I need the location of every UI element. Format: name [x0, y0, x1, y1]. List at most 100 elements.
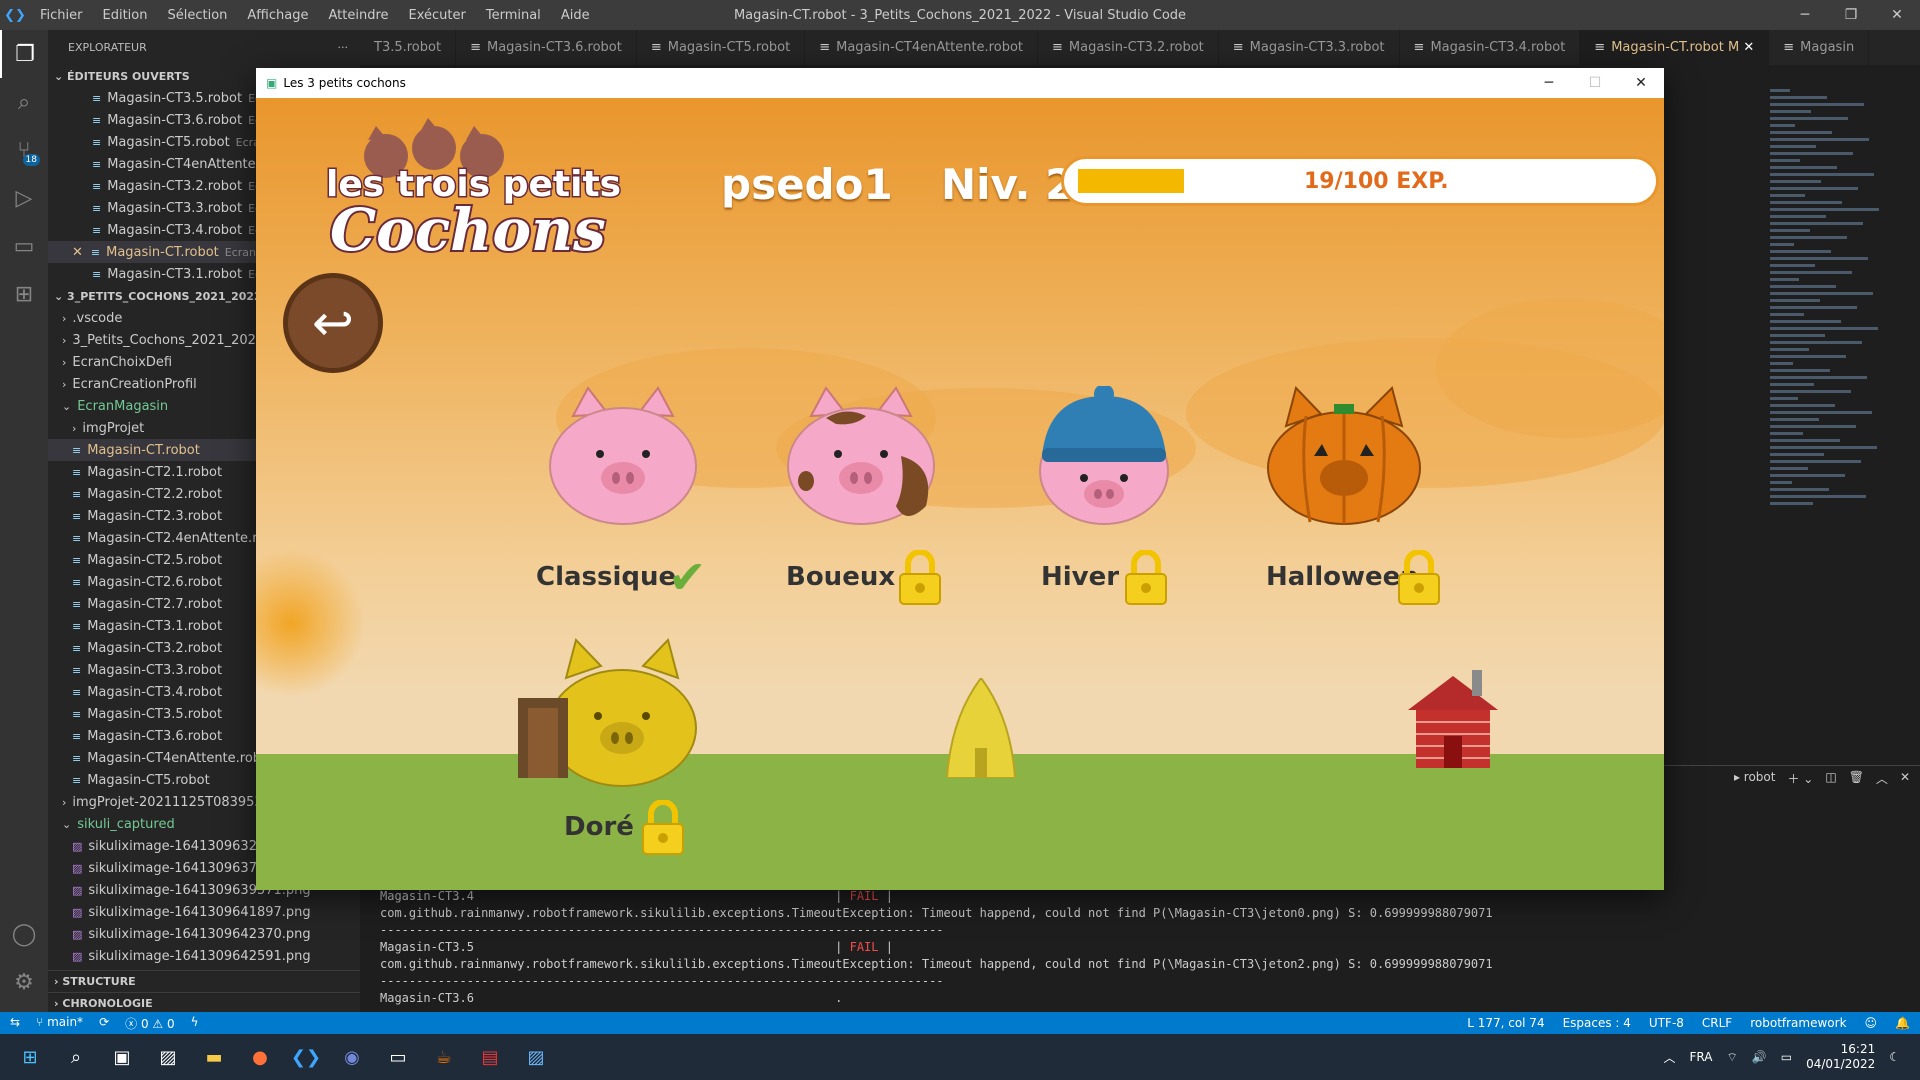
remote-explorer-icon[interactable]: ▭: [0, 222, 48, 270]
menu-item[interactable]: Affichage: [247, 8, 308, 23]
back-button[interactable]: ↩: [283, 273, 383, 373]
menu-item[interactable]: Atteindre: [328, 8, 388, 23]
pig-hiver[interactable]: [1038, 386, 1170, 526]
minimap-line: [1770, 180, 1821, 183]
lightning-icon[interactable]: ϟ: [191, 1015, 199, 1032]
minimize-icon[interactable]: ─: [1782, 0, 1828, 30]
split-terminal-icon[interactable]: ◫: [1825, 770, 1836, 787]
editor-tab[interactable]: ≡ Magasin-CT5.robot: [637, 30, 806, 65]
pig-halloween[interactable]: [1266, 386, 1422, 526]
editor-tab[interactable]: ≡ Magasin-CT3.2.robot: [1038, 30, 1219, 65]
sikuli-icon[interactable]: ▤: [468, 1037, 512, 1077]
line-endings[interactable]: CRLF: [1702, 1016, 1732, 1030]
kill-terminal-icon[interactable]: 🗑: [1849, 770, 1864, 787]
volume-icon[interactable]: 🔊: [1752, 1050, 1767, 1064]
file-icon: ≡: [72, 465, 82, 479]
firefox-icon[interactable]: ●: [238, 1037, 282, 1077]
game-close-icon[interactable]: ✕: [1618, 68, 1664, 98]
extensions-icon[interactable]: ⊞: [0, 270, 48, 318]
close-icon[interactable]: ✕: [1874, 0, 1920, 30]
terminal-line: com.github.rainmanwy.robotframework.siku…: [380, 906, 1493, 920]
timeline-section[interactable]: › CHRONOLOGIE: [48, 992, 360, 1012]
editor-tab[interactable]: ≡ Magasin-CT4enAttente.robot: [805, 30, 1038, 65]
tree-file[interactable]: ▨ sikuliximage-1641309641897.png: [48, 901, 360, 923]
java-app-icon[interactable]: ☕: [422, 1037, 466, 1077]
game-minimize-icon[interactable]: ─: [1526, 68, 1572, 98]
editor-tab[interactable]: ≡ Magasin-CT.robot M ✕: [1580, 30, 1770, 65]
search-icon[interactable]: ⌕: [0, 78, 48, 126]
input-language[interactable]: FRA: [1690, 1050, 1713, 1064]
vscode-taskbar-icon[interactable]: ❮❯: [284, 1037, 328, 1077]
editor-tab[interactable]: ≡ Magasin: [1769, 30, 1870, 65]
settings-gear-icon[interactable]: ⚙: [0, 958, 48, 1006]
battery-icon[interactable]: ▭: [1781, 1050, 1792, 1064]
new-terminal-icon[interactable]: ＋ ⌄: [1787, 770, 1813, 787]
close-editor-icon[interactable]: ✕: [72, 245, 83, 260]
menu-item[interactable]: Exécuter: [409, 8, 466, 23]
feedback-icon[interactable]: ☺: [1865, 1016, 1878, 1030]
pig-classique[interactable]: [548, 386, 698, 526]
open-editor-name: Magasin-CT3.1.robot: [107, 266, 243, 282]
minimap-line: [1770, 145, 1816, 148]
account-icon[interactable]: ◯: [0, 910, 48, 958]
minimap[interactable]: [1770, 85, 1890, 505]
run-debug-icon[interactable]: ▷: [0, 174, 48, 222]
clock[interactable]: 16:21 04/01/2022: [1806, 1042, 1875, 1072]
terminal-taskbar-icon[interactable]: ▭: [376, 1037, 420, 1077]
editor-tabs: T3.5.robot ≡ Magasin-CT3.6.robot ≡ Magasin-C…: [360, 30, 1920, 65]
tree-file[interactable]: ▨ sikuliximage-1641309642591.png: [48, 945, 360, 967]
problems-indicator[interactable]: ⓧ 0 ⚠ 0: [125, 1015, 175, 1032]
editor-tab[interactable]: ≡ Magasin-CT3.4.robot: [1400, 30, 1581, 65]
cursor-position[interactable]: L 177, col 74: [1467, 1016, 1544, 1030]
minimap-line: [1770, 89, 1790, 92]
file-explorer-icon[interactable]: ▬: [192, 1037, 236, 1077]
menu-item[interactable]: Sélection: [167, 8, 227, 23]
search-taskbar-icon[interactable]: ⌕: [54, 1037, 98, 1077]
chevron-icon: ›: [62, 333, 67, 347]
open-editor-name: Magasin-CT4enAttente.ro: [107, 156, 273, 172]
pig-boueux[interactable]: [786, 386, 936, 526]
task-view-icon[interactable]: ▣: [100, 1037, 144, 1077]
close-panel-icon[interactable]: ✕: [1900, 770, 1910, 787]
remote-icon[interactable]: ⇆: [10, 1015, 20, 1032]
structure-section[interactable]: › STRUCTURE: [48, 970, 360, 992]
notification-center-icon[interactable]: ☾: [1889, 1050, 1900, 1064]
image-viewer-icon[interactable]: ▨: [514, 1037, 558, 1077]
more-actions-icon[interactable]: ···: [338, 41, 349, 54]
xp-bar: 19/100 EXP.: [1061, 156, 1659, 206]
terminal-output[interactable]: Magasin-CT3.4 | FAIL | com.github.rainman…: [380, 888, 1493, 1007]
editor-tab[interactable]: ≡ Magasin-CT3.6.robot: [456, 30, 637, 65]
tree-item-name: Magasin-CT4enAttente.robot: [87, 750, 275, 766]
menu-item[interactable]: Fichier: [40, 8, 83, 23]
tree-file[interactable]: ▨ sikuliximage-1641309642370.png: [48, 923, 360, 945]
source-control-icon[interactable]: ⑂ 18: [0, 126, 48, 174]
game-window-controls: ─ ☐ ✕: [1526, 68, 1664, 98]
discord-icon[interactable]: ◉: [330, 1037, 374, 1077]
tray-overflow-icon[interactable]: ︿: [1664, 1049, 1676, 1066]
notifications-icon[interactable]: 🔔: [1895, 1016, 1910, 1030]
wifi-icon[interactable]: ⌔: [1726, 1050, 1737, 1065]
terminal-name: robot: [1743, 770, 1776, 784]
explorer-icon[interactable]: ❐: [0, 30, 48, 78]
file-icon: ≡: [819, 40, 831, 55]
restore-icon[interactable]: ❐: [1828, 0, 1874, 30]
menu-item[interactable]: Terminal: [486, 8, 541, 23]
menu-item[interactable]: Edition: [103, 8, 148, 23]
start-icon[interactable]: ⊞: [8, 1037, 52, 1077]
editor-tab[interactable]: ≡ Magasin-CT3.3.robot: [1219, 30, 1400, 65]
close-tab-icon[interactable]: ✕: [1743, 40, 1754, 55]
encoding[interactable]: UTF-8: [1649, 1016, 1684, 1030]
terminal-selector[interactable]: ▸ robot: [1734, 770, 1776, 787]
maximize-panel-icon[interactable]: ︿: [1876, 770, 1888, 787]
pig-dore[interactable]: [546, 638, 698, 788]
player-name: psedo1: [721, 160, 893, 209]
window-controls: ─ ❐ ✕: [1782, 0, 1920, 30]
indentation[interactable]: Espaces : 4: [1563, 1016, 1631, 1030]
language-mode[interactable]: robotframework: [1750, 1016, 1846, 1030]
menu-item[interactable]: Aide: [561, 8, 590, 23]
photos-icon[interactable]: ▨: [146, 1037, 190, 1077]
editor-tab[interactable]: T3.5.robot: [360, 30, 457, 65]
branch-indicator[interactable]: ⑂ main*: [36, 1015, 83, 1032]
terminal-line: Magasin-CT3.5 | FAIL |: [380, 939, 1493, 956]
sync-icon[interactable]: ⟳: [99, 1015, 109, 1032]
